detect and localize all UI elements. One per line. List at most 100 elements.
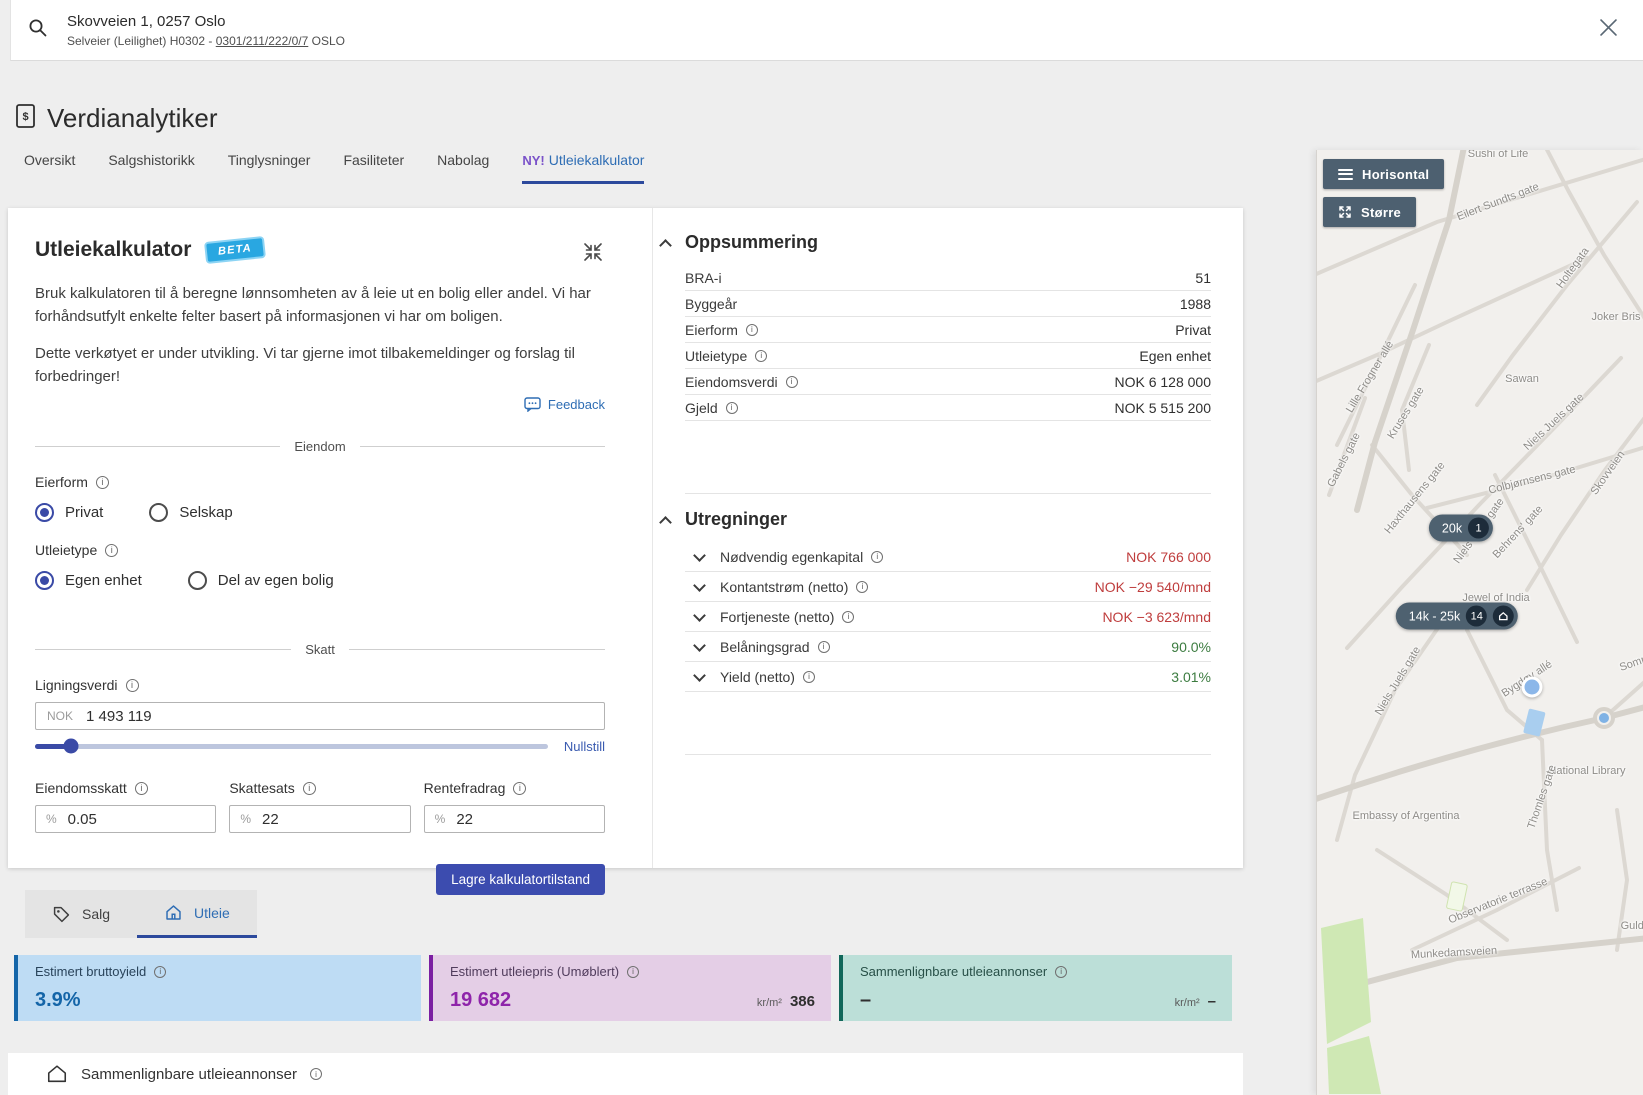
hamburger-icon [1338, 166, 1353, 182]
map-label: Gulds [1621, 920, 1643, 932]
tag-icon [52, 905, 71, 924]
search-icon[interactable] [27, 17, 49, 44]
info-icon[interactable] [627, 966, 639, 978]
tab-tinglysninger[interactable]: Tinglysninger [228, 152, 311, 184]
cadastre-link[interactable]: 0301/211/222/0/7 [216, 34, 309, 48]
radio-egen-enhet[interactable]: Egen enhet [35, 571, 142, 590]
info-icon[interactable] [303, 782, 316, 795]
info-icon[interactable] [871, 551, 883, 563]
info-icon[interactable] [310, 1068, 322, 1080]
info-icon[interactable] [842, 611, 854, 623]
chevron-down-icon[interactable] [693, 639, 706, 652]
radio-selected-icon [35, 503, 54, 522]
property-address-block: Skovveien 1, 0257 Oslo Selveier (Leiligh… [67, 13, 345, 48]
property-address: Skovveien 1, 0257 Oslo [67, 13, 345, 30]
calculator-intro-2: Dette verkøtyet er under utvikling. Vi t… [35, 342, 605, 389]
info-icon[interactable] [96, 476, 109, 489]
info-icon[interactable] [726, 402, 738, 414]
larger-map-button[interactable]: Større [1323, 197, 1416, 227]
comparables-value: – [860, 989, 871, 1012]
info-icon[interactable] [746, 324, 758, 336]
utleietype-label: Utleietype [35, 542, 605, 558]
chevron-up-icon [659, 516, 672, 529]
tab-utleiekalkulator[interactable]: NY!Utleiekalkulator [522, 152, 644, 184]
price-pill-14k-25k[interactable]: 14k - 25k 14 [1396, 603, 1518, 630]
house-marker-icon [1493, 606, 1514, 627]
close-icon[interactable] [1600, 19, 1617, 41]
section-end-line [685, 754, 1211, 755]
info-icon[interactable] [818, 641, 830, 653]
chevron-down-icon[interactable] [693, 549, 706, 562]
info-icon[interactable] [755, 350, 767, 362]
calculation-row: Nødvendig egenkapital NOK 766 000 [685, 542, 1211, 572]
tab-bar: Oversikt Salgshistorikk Tinglysninger Fa… [24, 152, 644, 184]
info-icon[interactable] [154, 966, 166, 978]
radio-del-av-egen-bolig[interactable]: Del av egen bolig [188, 571, 334, 590]
map-label: Joker Bris [1592, 311, 1641, 323]
utleiepris-value: 19 682 [450, 989, 511, 1012]
tab-nabolag[interactable]: Nabolag [437, 152, 489, 184]
reset-link[interactable]: Nullstill [564, 739, 605, 754]
radio-selskap[interactable]: Selskap [149, 503, 232, 522]
feedback-link[interactable]: Feedback [35, 397, 605, 412]
map-label: Sushi of Life [1468, 150, 1529, 160]
info-icon[interactable] [856, 581, 868, 593]
map-label: National Library [1548, 765, 1625, 777]
feedback-icon [524, 397, 541, 412]
comparables-section-header[interactable]: Sammenlignbare utleieannonser [8, 1053, 1243, 1095]
save-calculator-button[interactable]: Lagre kalkulatortilstand [436, 864, 605, 895]
unit-value: kr/m²386 [757, 993, 815, 1010]
skattesats-input[interactable]: % 22 [229, 805, 410, 833]
radio-privat[interactable]: Privat [35, 503, 103, 522]
slider-track [35, 744, 548, 749]
map-panel[interactable]: Sushi of Life Eilert Sundts gate Holtega… [1316, 150, 1643, 1095]
estimate-cards: Estimert bruttoyield 3.9% Estimert utlei… [14, 955, 1232, 1021]
page-title-row: $ Verdianalytiker [15, 103, 218, 134]
tab-fasiliteter[interactable]: Fasiliteter [343, 152, 404, 184]
card-label: Sammenlignbare utleieannonser [860, 964, 1216, 979]
rentefradrag-input[interactable]: % 22 [424, 805, 605, 833]
count-badge: 1 [1468, 518, 1489, 539]
calculations-heading[interactable]: Utregninger [661, 509, 1211, 530]
utleietype-radio-group: Egen enhet Del av egen bolig [35, 571, 605, 590]
summary-heading[interactable]: Oppsummering [661, 232, 1211, 253]
tab-oversikt[interactable]: Oversikt [24, 152, 75, 184]
tab-salg[interactable]: Salg [25, 890, 137, 938]
info-icon[interactable] [126, 679, 139, 692]
calculator-form: Utleiekalkulator BETA Bruk kalkulatoren … [8, 208, 652, 868]
ligningsverdi-slider-handle[interactable] [63, 739, 78, 754]
map-label: Sawan [1505, 373, 1539, 385]
info-icon[interactable] [105, 544, 118, 557]
info-icon[interactable] [135, 782, 148, 795]
info-icon[interactable] [803, 671, 815, 683]
info-icon[interactable] [786, 376, 798, 388]
chevron-down-icon[interactable] [693, 579, 706, 592]
info-icon[interactable] [1055, 966, 1067, 978]
chevron-down-icon[interactable] [693, 609, 706, 622]
tab-salgshistorikk[interactable]: Salgshistorikk [108, 152, 194, 184]
utleiepris-card: Estimert utleiepris (Umøblert) 19 682 kr… [429, 955, 831, 1021]
chevron-down-icon[interactable] [693, 669, 706, 682]
calculation-rows: Nødvendig egenkapital NOK 766 000 Kontan… [685, 542, 1211, 692]
tab-utleie[interactable]: Utleie [137, 890, 257, 938]
summary-rows: BRA-i 51 Byggeår 1988 Eierform Privat Ut… [685, 265, 1211, 421]
info-icon[interactable] [513, 782, 526, 795]
property-header: Skovveien 1, 0257 Oslo Selveier (Leiligh… [10, 0, 1643, 61]
section-separator [685, 493, 1211, 494]
expand-icon [1338, 205, 1352, 219]
eierform-label: Eierform [35, 474, 605, 490]
card-label: Estimert utleiepris (Umøblert) [450, 964, 815, 979]
ligningsverdi-slider[interactable] [35, 739, 548, 754]
horizontal-layout-button[interactable]: Horisontal [1323, 159, 1444, 189]
property-type: Selveier (Leilighet) H0302 - [67, 34, 216, 48]
property-location-marker[interactable] [1522, 677, 1543, 698]
collapse-icon[interactable] [581, 240, 605, 269]
ligningsverdi-value: 1 493 119 [86, 708, 152, 725]
calculation-row: Kontantstrøm (netto) NOK −29 540/mnd [685, 572, 1211, 602]
eiendomsskatt-input[interactable]: % 0.05 [35, 805, 216, 833]
ligningsverdi-input[interactable]: NOK 1 493 119 [35, 702, 605, 730]
count-badge: 14 [1466, 606, 1487, 627]
eiendomsskatt-label: Eiendomsskatt [35, 780, 216, 796]
price-pill-20k[interactable]: 20k 1 [1429, 515, 1493, 542]
card-label: Estimert bruttoyield [35, 964, 405, 979]
